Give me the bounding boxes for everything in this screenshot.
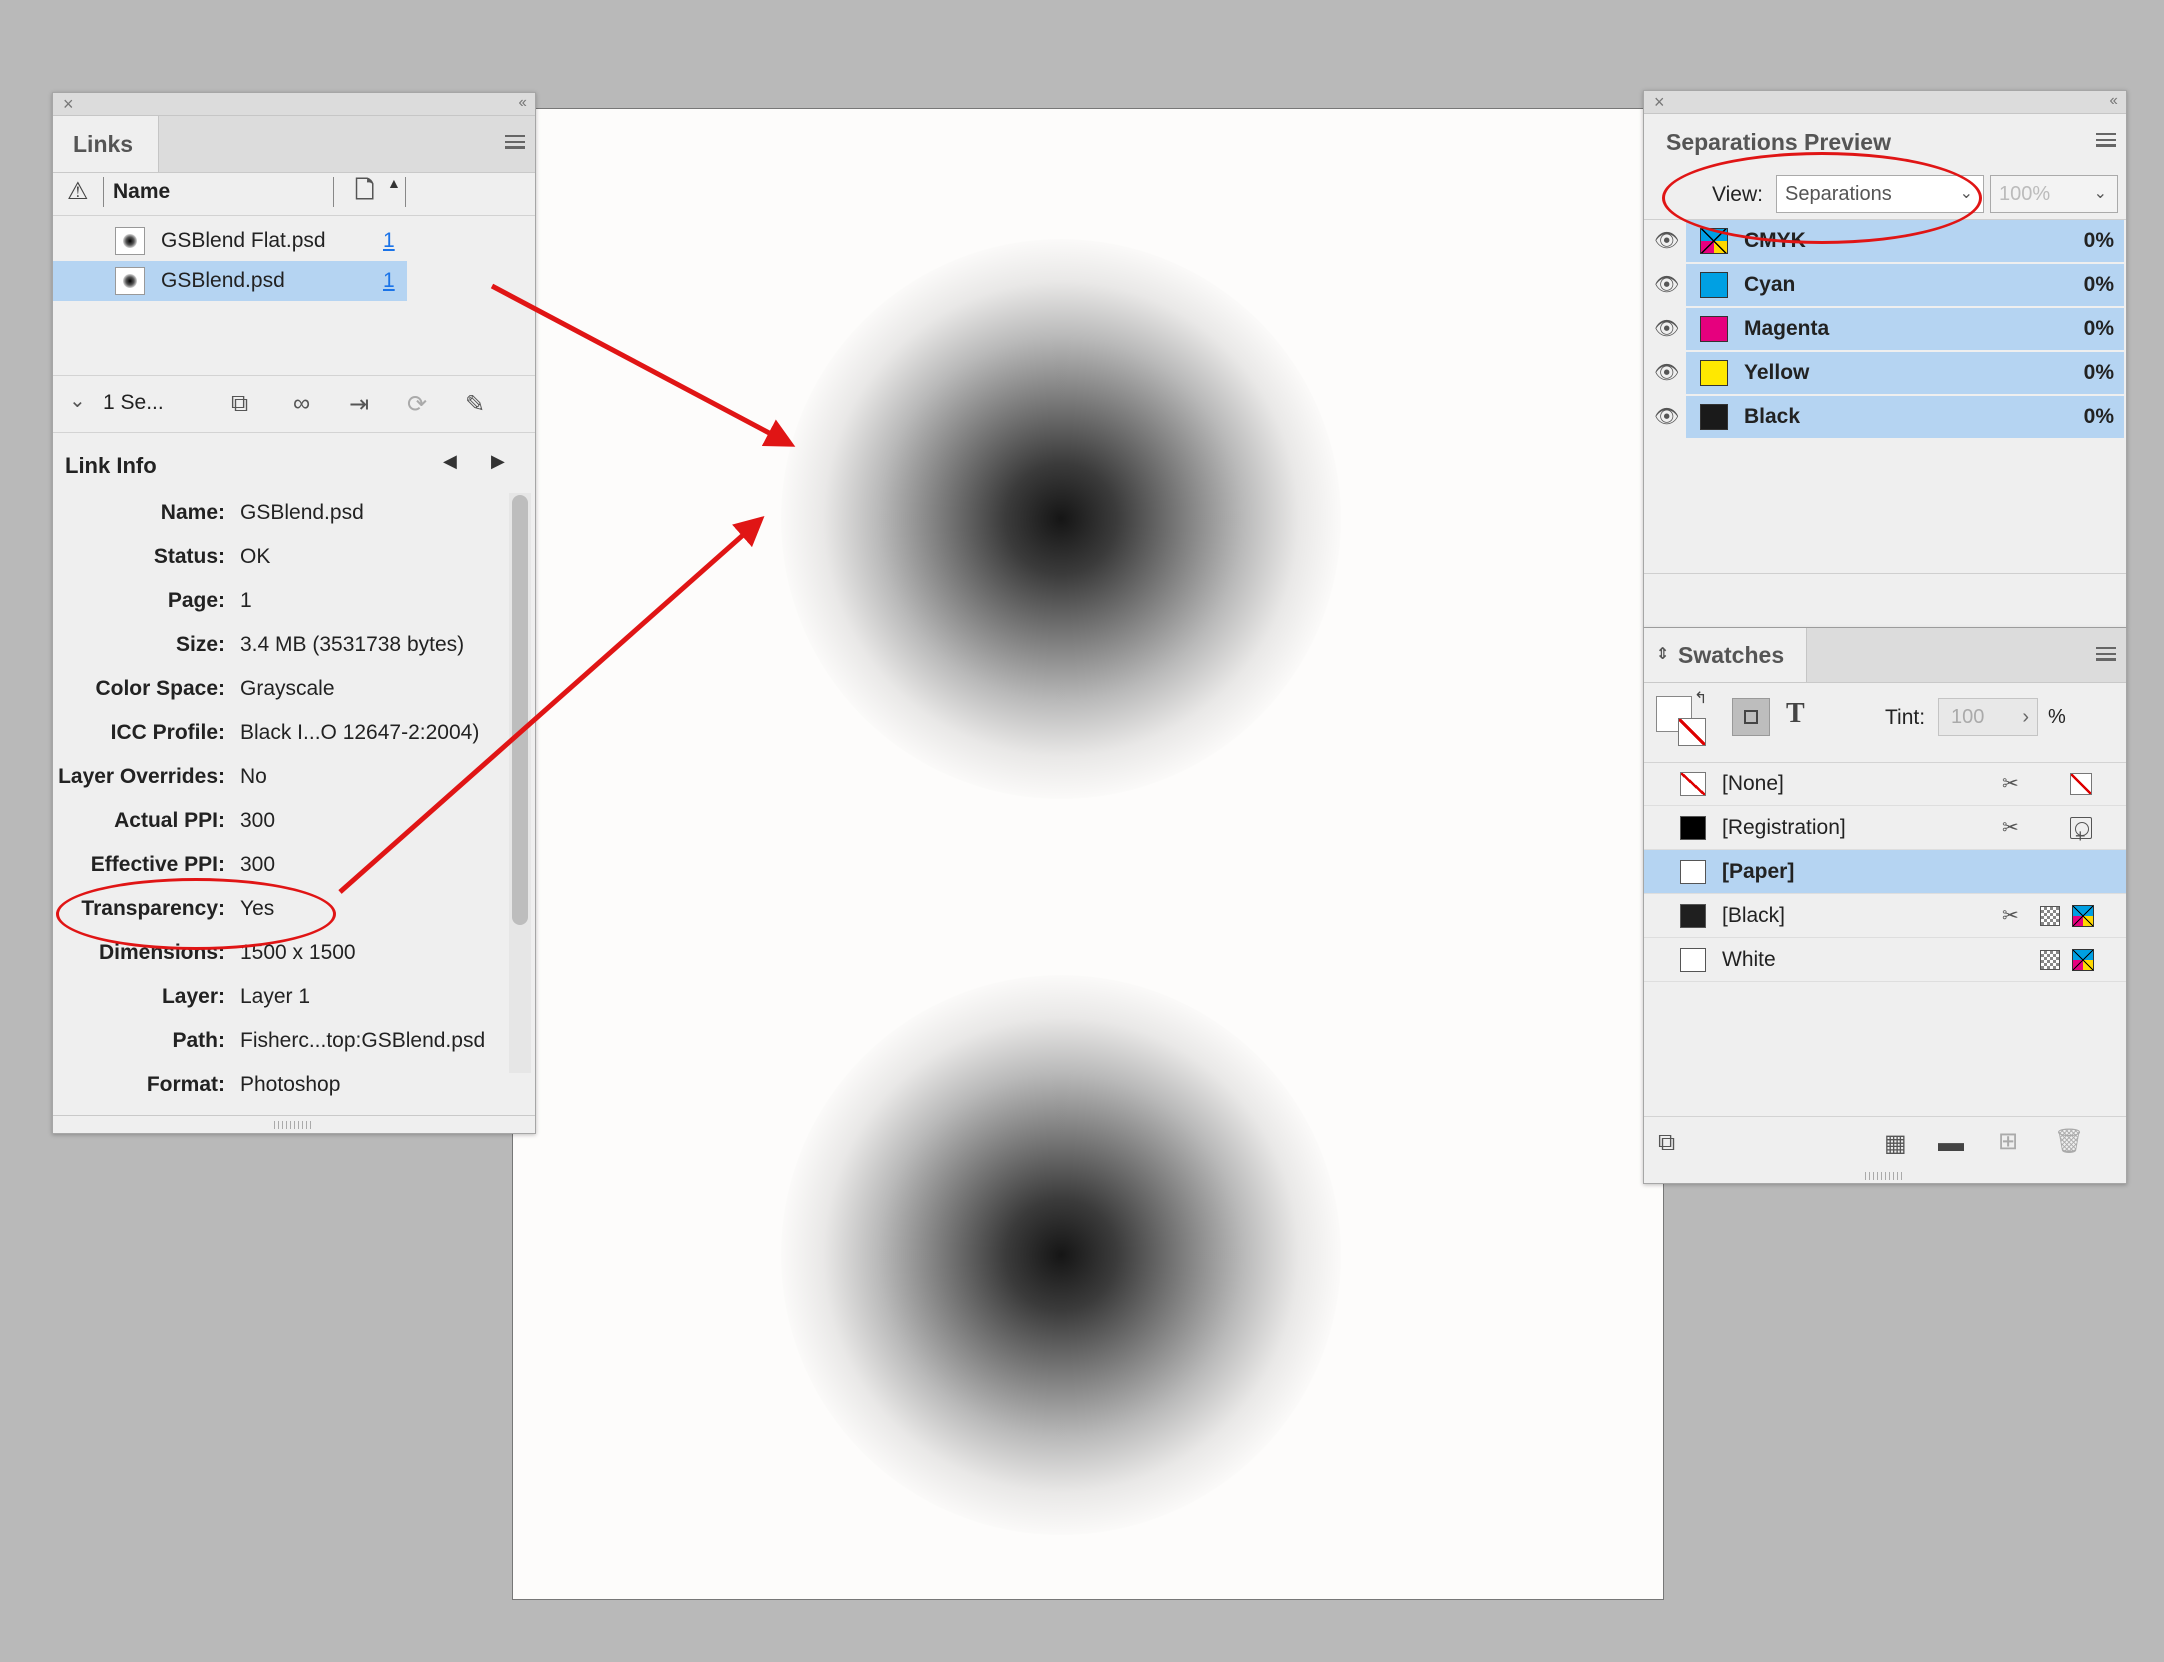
annotation-arrow-link (490, 283, 796, 447)
annotation-arrows (338, 283, 796, 894)
annotation-arrow-transparency (338, 516, 765, 894)
